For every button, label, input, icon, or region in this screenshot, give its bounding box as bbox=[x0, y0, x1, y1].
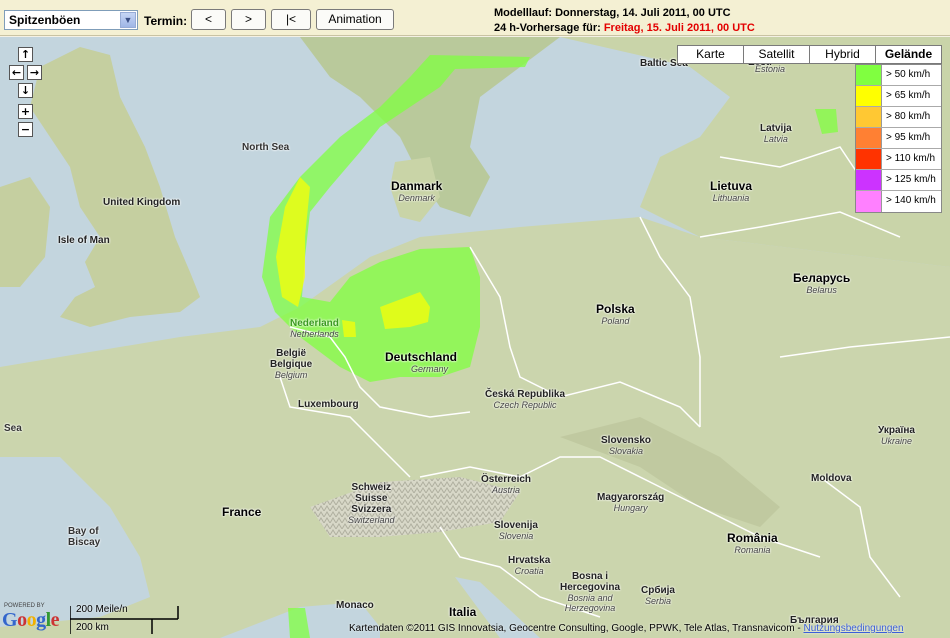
maptype-hybrid-button[interactable]: Hybrid bbox=[809, 45, 876, 64]
control-bar: Spitzenböen ▼ Termin: < > |< Animation M… bbox=[0, 0, 950, 36]
maptype-satellit-button[interactable]: Satellit bbox=[743, 45, 810, 64]
label-monaco: Monaco bbox=[336, 600, 374, 611]
gust-area-65-netherlands bbox=[342, 320, 356, 337]
label-estonia-en: Estonia bbox=[755, 64, 786, 74]
label-isle-of-man: Isle of Man bbox=[58, 235, 110, 246]
pan-down-button[interactable]: ↓ bbox=[18, 83, 33, 98]
legend-swatch bbox=[856, 107, 882, 127]
forecast-valid-time: Freitag, 15. Juli 2011, 00 UTC bbox=[603, 22, 755, 34]
gust-legend: > 50 km/h > 65 km/h > 80 km/h > 95 km/h … bbox=[855, 64, 942, 213]
label-denmark: Danmark Denmark bbox=[391, 179, 443, 203]
forecast-time-label: 24 h-Vorhersage für: Freitag, 15. Juli 2… bbox=[494, 22, 755, 34]
scale-miles-label: 200 Meile/n bbox=[76, 604, 128, 615]
scale-km-label: 200 km bbox=[76, 622, 109, 633]
label-france: France bbox=[222, 505, 262, 519]
legend-swatch bbox=[856, 65, 882, 85]
legend-swatch bbox=[856, 191, 882, 212]
legend-label: > 80 km/h bbox=[886, 111, 931, 122]
legend-row: > 65 km/h bbox=[856, 86, 941, 107]
product-select[interactable]: Spitzenböen ▼ bbox=[4, 10, 138, 30]
legend-row: > 110 km/h bbox=[856, 149, 941, 170]
legend-label: > 140 km/h bbox=[886, 195, 936, 206]
label-switzerland: Schweiz Suisse Svizzera Switzerland bbox=[348, 482, 395, 525]
legend-swatch bbox=[856, 128, 882, 148]
label-poland: Polska Poland bbox=[596, 302, 635, 326]
maptype-gelaende-button[interactable]: Gelände bbox=[875, 45, 942, 64]
model-run-label: Modelllauf: Donnerstag, 14. Juli 2011, 0… bbox=[494, 7, 731, 19]
legend-row: > 140 km/h bbox=[856, 191, 941, 212]
legend-label: > 125 km/h bbox=[886, 174, 936, 185]
terms-of-use-link[interactable]: Nutzungsbedingungen bbox=[803, 623, 903, 634]
label-netherlands: Nederland Netherlands bbox=[290, 318, 339, 339]
label-bay-of-biscay: Bay of Biscay bbox=[68, 526, 101, 548]
next-step-button[interactable]: > bbox=[231, 9, 266, 30]
product-select-value: Spitzenböen bbox=[9, 13, 81, 27]
legend-row: > 50 km/h bbox=[856, 65, 941, 86]
previous-step-button[interactable]: < bbox=[191, 9, 226, 30]
label-slovakia: Slovensko Slovakia bbox=[601, 435, 652, 456]
label-romania: România Romania bbox=[727, 531, 778, 555]
legend-label: > 95 km/h bbox=[886, 132, 931, 143]
legend-label: > 65 km/h bbox=[886, 90, 931, 101]
label-croatia: Hrvatska Croatia bbox=[508, 555, 551, 576]
label-lithuania: Lietuva Lithuania bbox=[710, 179, 753, 203]
forecast-prefix: 24 h-Vorhersage für: bbox=[494, 22, 604, 34]
zoom-in-button[interactable]: + bbox=[18, 104, 33, 119]
google-logo[interactable]: Google bbox=[2, 609, 60, 632]
label-belgium: België Belgique Belgium bbox=[270, 348, 313, 380]
label-latvia: Latvija Latvia bbox=[760, 123, 792, 144]
maptype-karte-button[interactable]: Karte bbox=[677, 45, 744, 64]
legend-row: > 95 km/h bbox=[856, 128, 941, 149]
label-bosnia: Bosna i Hercegovina Bosnia and Herzegovina bbox=[560, 571, 621, 613]
label-austria: Österreich Austria bbox=[481, 474, 532, 495]
map-canvas[interactable]: Baltic Sea Eesti Estonia North Sea Latvi… bbox=[0, 37, 950, 638]
legend-swatch bbox=[856, 170, 882, 190]
legend-row: > 80 km/h bbox=[856, 107, 941, 128]
legend-row: > 125 km/h bbox=[856, 170, 941, 191]
first-step-button[interactable]: |< bbox=[271, 9, 311, 30]
terrain-map bbox=[0, 37, 950, 638]
label-belarus: Беларусь Belarus bbox=[793, 271, 851, 295]
label-italy: Italia bbox=[449, 605, 477, 619]
legend-label: > 50 km/h bbox=[886, 69, 931, 80]
label-moldova: Moldova bbox=[811, 473, 852, 484]
legend-label: > 110 km/h bbox=[886, 153, 936, 164]
attribution-text: Kartendaten ©2011 GIS Innovatsia, Geocen… bbox=[349, 623, 804, 634]
pan-left-button[interactable]: ← bbox=[9, 65, 24, 80]
zoom-out-button[interactable]: − bbox=[18, 122, 33, 137]
legend-swatch bbox=[856, 149, 882, 169]
label-czech-republic: Česká Republika Czech Republic bbox=[485, 389, 566, 410]
label-ukraine: Україна Ukraine bbox=[878, 425, 915, 446]
label-germany: Deutschland Germany bbox=[385, 350, 458, 374]
label-serbia: Србија Serbia bbox=[641, 585, 675, 606]
animation-button[interactable]: Animation bbox=[316, 9, 394, 30]
chevron-down-icon[interactable]: ▼ bbox=[120, 12, 136, 28]
legend-swatch bbox=[856, 86, 882, 106]
label-sea-fragment: Sea bbox=[4, 423, 22, 434]
label-hungary: Magyarország Hungary bbox=[597, 492, 665, 513]
label-luxembourg: Luxembourg bbox=[298, 399, 359, 410]
termin-label: Termin: bbox=[144, 14, 188, 28]
label-north-sea: North Sea bbox=[242, 142, 290, 153]
label-slovenia: Slovenija Slovenia bbox=[494, 520, 538, 541]
map-attribution: Kartendaten ©2011 GIS Innovatsia, Geocen… bbox=[349, 623, 904, 634]
pan-right-button[interactable]: → bbox=[27, 65, 42, 80]
pan-up-button[interactable]: ↑ bbox=[18, 47, 33, 62]
label-united-kingdom: United Kingdom bbox=[103, 197, 181, 208]
